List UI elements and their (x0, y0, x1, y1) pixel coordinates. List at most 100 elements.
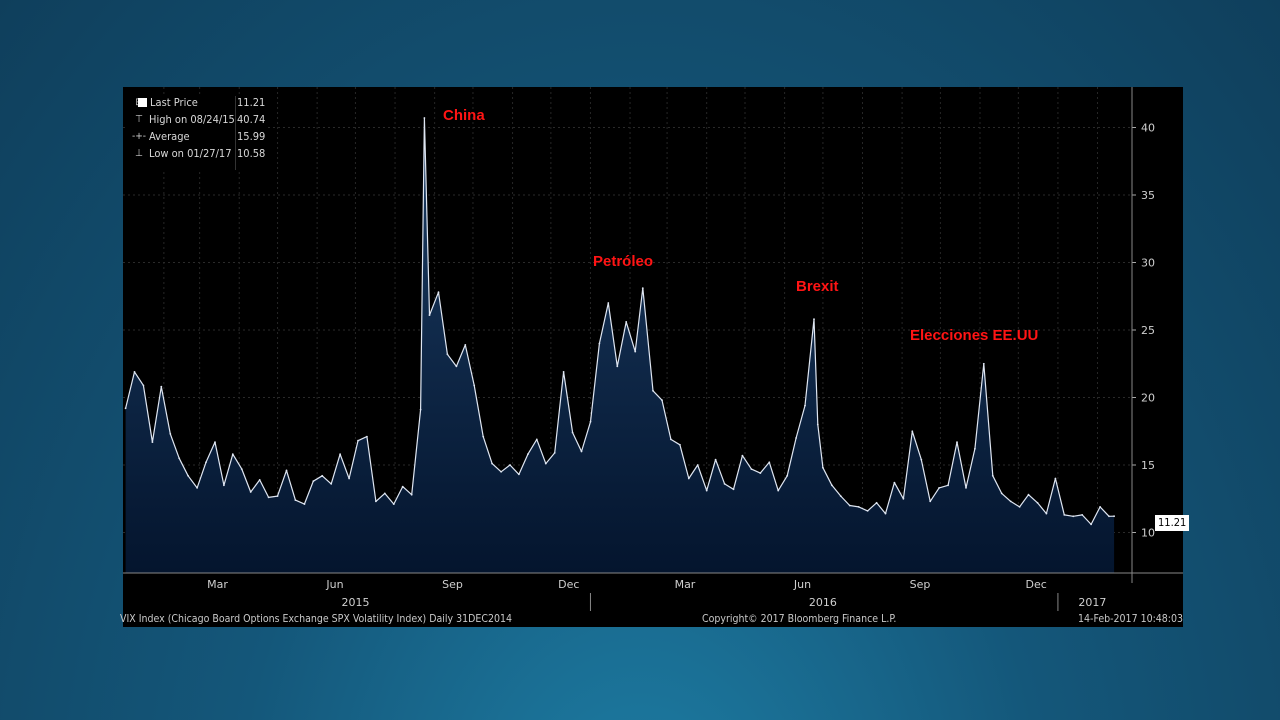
vix-data-point (768, 461, 771, 464)
last-price-swatch (138, 98, 147, 107)
annotation-brexit: Brexit (796, 278, 839, 295)
y-tick-label: 30 (1141, 257, 1155, 270)
vix-data-point (446, 353, 449, 356)
vix-data-point (428, 314, 431, 316)
vix-data-point (795, 437, 797, 439)
legend-high-label: High on 08/24/15 (149, 113, 235, 126)
vix-data-point (562, 371, 565, 373)
y-tick-label: 10 (1141, 527, 1155, 540)
vix-data-point (991, 474, 994, 477)
vix-data-point (303, 503, 306, 505)
x-month-label: Sep (910, 578, 931, 591)
vix-data-point (911, 430, 914, 433)
last-price-tag: 11.21 (1155, 515, 1190, 531)
vix-data-point (527, 453, 529, 456)
x-year-label: 2015 (341, 596, 369, 609)
vix-data-point (822, 466, 824, 469)
vix-data-point (455, 365, 458, 368)
vix-data-point (518, 473, 520, 476)
vix-data-point (938, 487, 940, 489)
vix-data-point (339, 453, 341, 456)
vix-data-point (187, 474, 189, 477)
vix-data-point (875, 501, 878, 504)
vix-data-point (884, 512, 887, 515)
vix-data-point (777, 489, 780, 492)
vix-data-point (696, 464, 699, 466)
vix-data-point (974, 447, 976, 450)
vix-data-point (366, 435, 368, 438)
vix-data-point (1108, 515, 1110, 518)
low-marker-icon: ⊥ (135, 148, 143, 159)
x-month-label: Jun (325, 578, 343, 591)
vix-data-point (267, 496, 270, 499)
legend-last-price-value: 11.21 (237, 96, 266, 109)
vix-data-point (1000, 492, 1003, 495)
vix-data-point (401, 485, 404, 488)
vix-data-point (965, 487, 967, 489)
y-tick-label: 20 (1141, 392, 1155, 405)
vix-data-point (294, 499, 297, 501)
vix-data-point (151, 441, 154, 443)
vix-data-point (571, 431, 574, 434)
vix-data-point (321, 474, 324, 477)
vix-data-point (196, 487, 198, 489)
vix-data-point (1072, 515, 1075, 518)
vix-data-point (589, 420, 592, 423)
vix-data-point (1009, 500, 1012, 503)
vix-data-point (1027, 493, 1030, 496)
vix-data-point (741, 454, 744, 457)
vix-data-point (857, 506, 860, 508)
vix-data-point (392, 503, 395, 505)
vix-data-point (258, 479, 261, 481)
vix-data-point (902, 497, 905, 500)
legend-average-value: 15.99 (237, 130, 266, 143)
y-tick-label: 40 (1141, 122, 1155, 135)
vix-data-point (423, 117, 426, 119)
vix-data-point (375, 500, 377, 503)
vix-data-point (535, 438, 538, 441)
y-tick-label: 35 (1141, 189, 1155, 202)
vix-data-point (178, 457, 181, 460)
vix-data-point (330, 483, 333, 485)
y-tick-label: 15 (1141, 459, 1155, 472)
vix-data-point (1018, 506, 1021, 508)
vix-data-point (687, 477, 690, 480)
legend-average-label: Average (149, 130, 190, 143)
vix-data-point (893, 481, 896, 484)
vix-data-point (920, 458, 923, 461)
vix-data-point (437, 291, 440, 294)
vix-data-point (705, 489, 708, 492)
vix-data-point (1045, 512, 1048, 515)
vix-data-point (580, 450, 583, 453)
vix-area-fill (125, 118, 1115, 573)
vix-data-point (816, 423, 819, 426)
vix-data-point (1113, 515, 1115, 518)
vix-data-point (1081, 514, 1084, 516)
vix-data-point (142, 384, 145, 387)
vix-data-point (813, 318, 815, 321)
legend-box: ⊟ Last Price 11.21 ⊤ High on 08/24/15 40… (125, 94, 267, 172)
vix-data-point (714, 458, 717, 461)
vix-data-point (419, 408, 422, 411)
vix-data-point (759, 472, 762, 474)
vix-data-point (804, 404, 806, 407)
legend-last-price: ⊟ Last Price 11.21 (125, 94, 267, 111)
vix-data-point (383, 492, 386, 495)
vix-data-point (223, 484, 225, 487)
legend-high: ⊤ High on 08/24/15 40.74 (125, 111, 267, 128)
vix-data-point (956, 441, 958, 443)
footer-timestamp: 14-Feb-2017 10:48:03 (1078, 613, 1183, 625)
vix-data-point (598, 342, 601, 345)
vix-data-point (786, 474, 789, 477)
legend-average: -+- Average 15.99 (125, 128, 267, 145)
vix-data-point (473, 384, 476, 387)
y-tick-label: 25 (1141, 324, 1155, 337)
x-month-label: Mar (675, 578, 696, 591)
vix-data-point (982, 362, 985, 365)
x-year-label: 2017 (1078, 596, 1106, 609)
vix-data-point (1054, 477, 1057, 480)
vix-data-point (509, 464, 511, 466)
vix-data-point (1099, 506, 1101, 508)
vix-data-point (616, 365, 619, 368)
vix-data-point (482, 435, 485, 438)
